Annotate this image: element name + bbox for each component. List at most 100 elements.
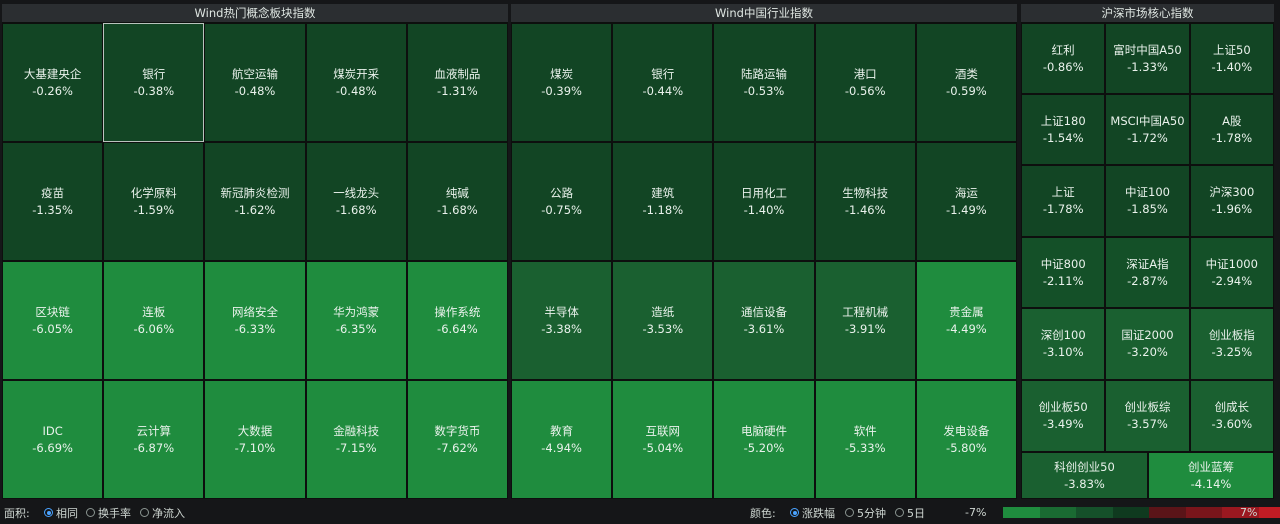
legend-swatch xyxy=(1258,507,1280,518)
core-cell[interactable]: 沪深300 -1.96% xyxy=(1189,165,1274,237)
area-radio-2[interactable] xyxy=(140,508,149,517)
concept-cell[interactable]: 云计算 -6.87% xyxy=(103,380,205,499)
concept-cell[interactable]: 网络安全 -6.33% xyxy=(204,261,306,380)
core-cell[interactable]: 上证180 -1.54% xyxy=(1021,94,1106,165)
concept-cell[interactable]: 疫苗 -1.35% xyxy=(2,142,104,261)
industry-cell[interactable]: 教育 -4.94% xyxy=(511,380,613,499)
concept-cell[interactable]: 连板 -6.06% xyxy=(103,261,205,380)
area-option-same[interactable]: 相同 xyxy=(44,505,78,520)
concept-cell[interactable]: 新冠肺炎检测 -1.62% xyxy=(204,142,306,261)
core-cell[interactable]: 中证800 -2.11% xyxy=(1021,237,1106,308)
core-cell[interactable]: 创业板50 -3.49% xyxy=(1021,380,1106,452)
core-cell[interactable]: 科创创业50 -3.83% xyxy=(1021,452,1148,499)
industry-cell[interactable]: 煤炭 -0.39% xyxy=(511,23,613,142)
industry-cell[interactable]: 海运 -1.49% xyxy=(915,142,1017,261)
industry-cell-name: 公路 xyxy=(550,185,574,200)
industry-cell-value: -3.61% xyxy=(743,321,785,336)
core-cell-name: 上证180 xyxy=(1040,113,1086,128)
core-cell-value: -1.96% xyxy=(1211,202,1253,216)
concept-cell-value: -1.68% xyxy=(335,202,377,217)
color-option-5min[interactable]: 5分钟 xyxy=(845,505,886,520)
core-cell[interactable]: MSCI中国A50 -1.72% xyxy=(1105,94,1190,165)
industry-cell[interactable]: 贵金属 -4.49% xyxy=(915,261,1017,380)
core-cell-name: MSCI中国A50 xyxy=(1110,113,1185,128)
concept-cell[interactable]: 纯碱 -1.68% xyxy=(406,142,508,261)
core-cell[interactable]: 创成长 -3.60% xyxy=(1189,380,1274,452)
industry-cell[interactable]: 工程机械 -3.91% xyxy=(814,261,916,380)
concept-cell[interactable]: 化学原料 -1.59% xyxy=(103,142,205,261)
core-cell[interactable]: 红利 -0.86% xyxy=(1021,23,1106,94)
concept-cell-value: -0.26% xyxy=(32,83,73,98)
concept-cell[interactable]: 大基建央企 -0.26% xyxy=(2,23,104,142)
concept-cell[interactable]: 大数据 -7.10% xyxy=(204,380,306,499)
core-cell-name: 沪深300 xyxy=(1209,185,1255,199)
concept-cell[interactable]: 操作系统 -6.64% xyxy=(406,261,508,380)
core-cell[interactable]: 中证1000 -2.94% xyxy=(1189,237,1274,308)
concept-cell[interactable]: 银行 -0.38% xyxy=(103,23,205,142)
industry-cell[interactable]: 互联网 -5.04% xyxy=(612,380,714,499)
industry-cell-value: -3.91% xyxy=(844,321,886,336)
core-cell[interactable]: 创业板指 -3.25% xyxy=(1189,308,1274,380)
core-cell[interactable]: 上证 -1.78% xyxy=(1021,165,1106,237)
concept-cell[interactable]: IDC -6.69% xyxy=(2,380,104,499)
area-option-turnover[interactable]: 换手率 xyxy=(86,505,131,520)
concept-cell-value: -1.59% xyxy=(133,202,175,217)
core-cell[interactable]: 创业板综 -3.57% xyxy=(1105,380,1190,452)
core-cell-name: 富时中国A50 xyxy=(1113,42,1182,57)
concept-cell-name: 一线龙头 xyxy=(333,185,380,200)
color-radio-0[interactable] xyxy=(790,508,799,517)
industry-cell[interactable]: 发电设备 -5.80% xyxy=(915,380,1017,499)
concept-panel: Wind热门概念板块指数 大基建央企 -0.26% 银行 -0.38% 航空运输 -0.4… xyxy=(2,4,508,499)
industry-cell-name: 酒类 xyxy=(954,66,978,81)
color-radio-1[interactable] xyxy=(845,508,854,517)
core-cell[interactable]: 富时中国A50 -1.33% xyxy=(1105,23,1190,94)
area-radio-0[interactable] xyxy=(44,508,53,517)
color-option-change[interactable]: 涨跌幅 xyxy=(790,505,835,520)
industry-cell-name: 教育 xyxy=(550,423,574,438)
concept-cell[interactable]: 血液制品 -1.31% xyxy=(406,23,508,142)
industry-panel-title: Wind中国行业指数 xyxy=(511,4,1017,23)
color-option-5day[interactable]: 5日 xyxy=(895,505,925,520)
core-cell[interactable]: 深证A指 -2.87% xyxy=(1105,237,1190,308)
industry-cell[interactable]: 酒类 -0.59% xyxy=(915,23,1017,142)
concept-cell[interactable]: 一线龙头 -1.68% xyxy=(305,142,407,261)
industry-cell[interactable]: 银行 -0.44% xyxy=(612,23,714,142)
core-cell[interactable]: 上证50 -1.40% xyxy=(1189,23,1274,94)
industry-cell[interactable]: 半导体 -3.38% xyxy=(511,261,613,380)
area-radio-1[interactable] xyxy=(86,508,95,517)
industry-cell[interactable]: 通信设备 -3.61% xyxy=(713,261,815,380)
industry-cell-name: 建筑 xyxy=(651,185,675,200)
industry-cell[interactable]: 日用化工 -1.40% xyxy=(713,142,815,261)
concept-cell-value: -6.87% xyxy=(133,440,175,455)
concept-cell[interactable]: 煤炭开采 -0.48% xyxy=(305,23,407,142)
core-cell[interactable]: 创业蓝筹 -4.14% xyxy=(1148,452,1274,499)
concept-cell[interactable]: 华为鸿蒙 -6.35% xyxy=(305,261,407,380)
industry-cell-value: -0.56% xyxy=(844,83,886,98)
industry-cell[interactable]: 港口 -0.56% xyxy=(814,23,916,142)
core-cell[interactable]: 深创100 -3.10% xyxy=(1021,308,1106,380)
concept-cell[interactable]: 区块链 -6.05% xyxy=(2,261,104,380)
color-radio-2[interactable] xyxy=(895,508,904,517)
core-cell[interactable]: A股 -1.78% xyxy=(1189,94,1274,165)
industry-cell[interactable]: 造纸 -3.53% xyxy=(612,261,714,380)
industry-cell[interactable]: 生物科技 -1.46% xyxy=(814,142,916,261)
concept-cell[interactable]: 航空运输 -0.48% xyxy=(204,23,306,142)
concept-cell-value: -1.62% xyxy=(234,202,276,217)
core-cell[interactable]: 中证100 -1.85% xyxy=(1105,165,1190,237)
industry-cell[interactable]: 陆路运输 -0.53% xyxy=(713,23,815,142)
core-cell-value: -2.94% xyxy=(1211,273,1253,288)
concept-cell[interactable]: 金融科技 -7.15% xyxy=(305,380,407,499)
area-option-netinflow[interactable]: 净流入 xyxy=(140,505,185,520)
core-cell[interactable]: 国证2000 -3.20% xyxy=(1105,308,1190,380)
color-label: 颜色: xyxy=(750,506,776,520)
industry-cell[interactable]: 软件 -5.33% xyxy=(814,380,916,499)
concept-cell[interactable]: 数字货币 -7.62% xyxy=(406,380,508,499)
industry-cell[interactable]: 电脑硬件 -5.20% xyxy=(713,380,815,499)
industry-cell-value: -1.49% xyxy=(946,202,987,217)
core-cell-value: -1.33% xyxy=(1127,59,1168,74)
industry-cell[interactable]: 公路 -0.75% xyxy=(511,142,613,261)
industry-cell-name: 港口 xyxy=(853,66,877,81)
industry-cell[interactable]: 建筑 -1.18% xyxy=(612,142,714,261)
core-cell-name: 中证100 xyxy=(1125,185,1170,199)
core-cell-value: -1.72% xyxy=(1127,130,1168,145)
